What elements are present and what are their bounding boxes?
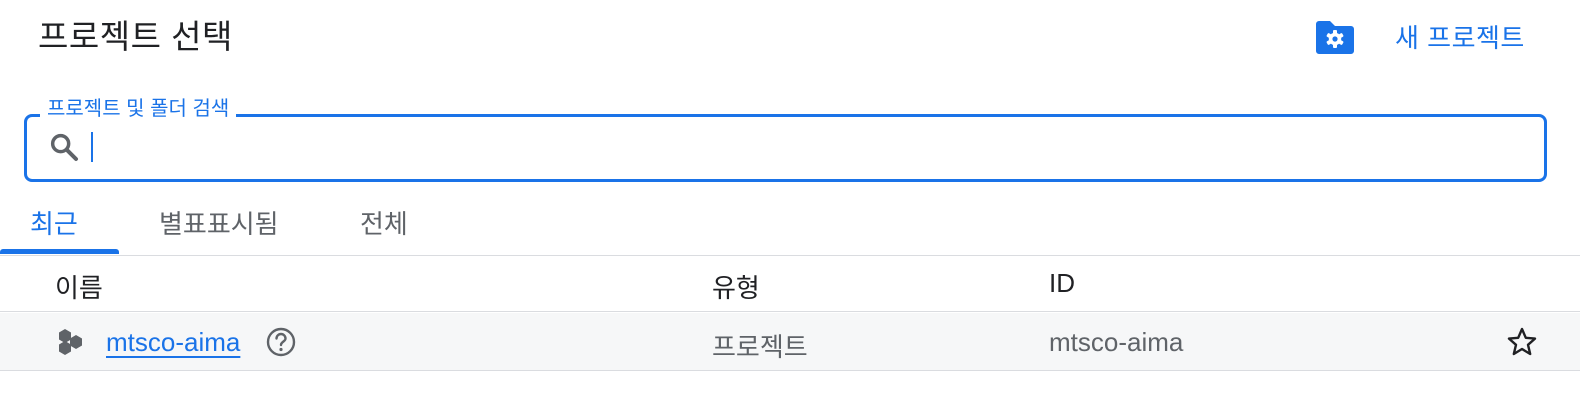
- search-label: 프로젝트 및 폴더 검색: [40, 95, 237, 123]
- project-type: 프로젝트: [712, 332, 808, 362]
- folder-settings-icon: [1316, 21, 1354, 54]
- project-name-link[interactable]: mtsco-aima: [106, 327, 240, 358]
- search-input[interactable]: [88, 126, 1528, 170]
- column-header-name[interactable]: 이름: [55, 268, 103, 305]
- column-header-type[interactable]: 유형: [712, 268, 760, 305]
- page-title: 프로젝트 선택: [38, 18, 233, 55]
- search-icon: [50, 133, 78, 161]
- project-id: mtsco-aima: [1049, 327, 1184, 357]
- tab-bar: 최근 별표표시됨 전체: [0, 190, 1580, 256]
- tab-starred[interactable]: 별표표시됨: [159, 190, 279, 254]
- star-outline-icon[interactable]: [1506, 326, 1538, 358]
- table-row[interactable]: mtsco-aima 프로젝트 mtsco-aima: [0, 313, 1580, 371]
- help-icon[interactable]: [265, 326, 297, 358]
- table-header: 이름 유형 ID: [0, 256, 1580, 312]
- text-caret: [91, 132, 93, 162]
- column-header-id[interactable]: ID: [1049, 268, 1075, 299]
- project-hexagons-icon: [59, 329, 82, 355]
- dialog-header: 프로젝트 선택 새 프로젝트: [0, 0, 1580, 80]
- tab-all[interactable]: 전체: [360, 190, 408, 254]
- tab-recent[interactable]: 최근: [30, 190, 78, 254]
- active-tab-indicator: [0, 249, 119, 254]
- new-project-button[interactable]: 새 프로젝트: [1395, 18, 1525, 55]
- folder-settings-button[interactable]: [1312, 18, 1358, 56]
